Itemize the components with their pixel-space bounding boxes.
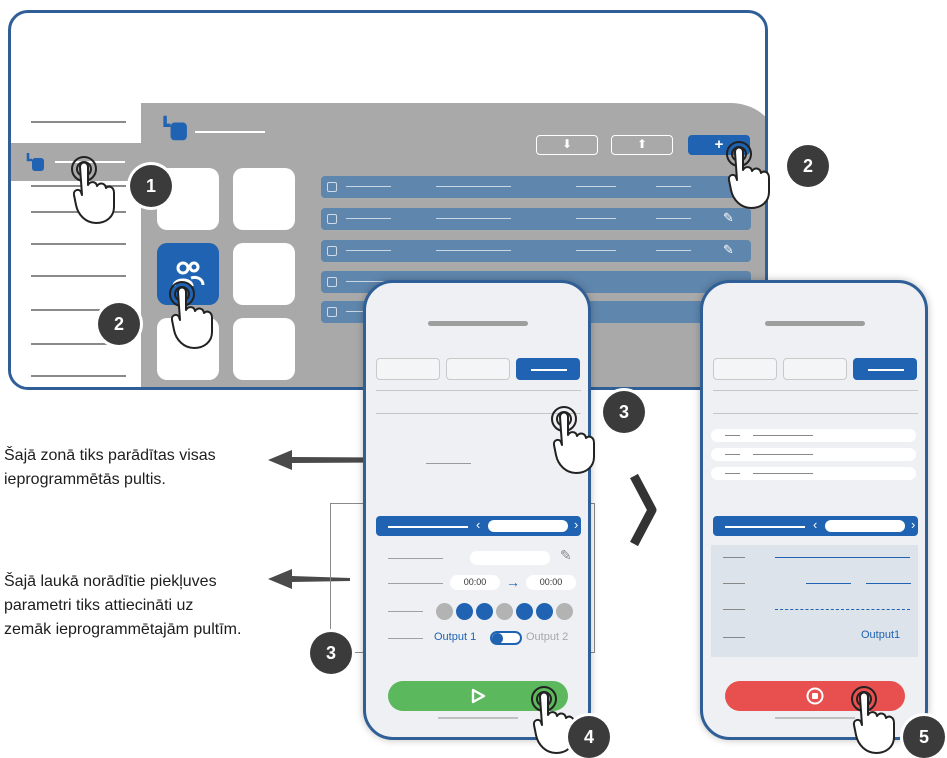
menu-tile[interactable]: [233, 318, 295, 380]
list-item[interactable]: [711, 448, 916, 461]
row-checkbox[interactable]: [327, 246, 337, 256]
chevron-right-icon[interactable]: ›: [911, 517, 915, 532]
step-badge: 4: [568, 716, 610, 758]
sidebar-item[interactable]: [31, 121, 126, 123]
weekday-dot-off[interactable]: [496, 603, 513, 620]
tab-2[interactable]: [446, 358, 510, 380]
weekday-dot-on[interactable]: [456, 603, 473, 620]
row-checkbox[interactable]: [327, 214, 337, 224]
output1-label: Output 1: [434, 631, 477, 643]
zone-caption: Šajā zonā tiks parādītas visas ieprogram…: [4, 447, 216, 488]
controller-selector[interactable]: ‹ ›: [713, 516, 918, 536]
summary-panel: Output1: [711, 545, 918, 657]
tab-1[interactable]: [713, 358, 777, 380]
weekday-dot-off[interactable]: [436, 603, 453, 620]
arrow-right-icon: →: [506, 574, 520, 590]
phone-stop: ‹ › Output1: [700, 280, 928, 740]
controller-selector[interactable]: ‹ ›: [376, 516, 581, 536]
weekday-dot-off[interactable]: [556, 603, 573, 620]
chevron-left-icon[interactable]: ‹: [476, 517, 480, 532]
sidebar-item[interactable]: [31, 375, 126, 377]
tab-1[interactable]: [376, 358, 440, 380]
step-badge: 3: [310, 632, 352, 674]
remote-icon: [163, 115, 187, 141]
step-badge: 2: [98, 303, 140, 345]
menu-tile[interactable]: [233, 243, 295, 305]
pencil-icon[interactable]: ✎: [723, 210, 734, 226]
output2-label: Output 2: [526, 631, 569, 643]
row-checkbox[interactable]: [327, 307, 337, 317]
hand-pointer-icon: [851, 686, 895, 754]
row-checkbox[interactable]: [327, 277, 337, 287]
hand-pointer-icon: [169, 281, 213, 349]
play-icon: [471, 688, 486, 704]
list-item[interactable]: [711, 429, 916, 442]
tab-3[interactable]: [516, 358, 580, 380]
weekday-dot-on[interactable]: [536, 603, 553, 620]
step-badge: 5: [903, 716, 945, 758]
output-label: Output1: [861, 629, 901, 641]
hand-pointer-icon: [551, 406, 595, 474]
row-checkbox[interactable]: [327, 182, 337, 192]
list-item[interactable]: [711, 467, 916, 480]
upload-icon: ⬆: [636, 137, 648, 151]
name-field[interactable]: [470, 551, 550, 565]
sidebar-item[interactable]: [31, 243, 126, 245]
weekday-dot-on[interactable]: [476, 603, 493, 620]
download-button[interactable]: ⬇: [536, 135, 598, 155]
tab-2[interactable]: [783, 358, 847, 380]
step-badge: 1: [130, 165, 172, 207]
hand-pointer-icon: [726, 141, 770, 209]
step-badge: 3: [603, 391, 645, 433]
page-title: [195, 131, 265, 133]
sidebar-item[interactable]: [31, 275, 126, 277]
chevron-right-icon[interactable]: ›: [574, 517, 578, 532]
tab-3[interactable]: [853, 358, 917, 380]
remote-icon: [26, 153, 44, 171]
phone-start: ‹ › ✎ 00:00 → 00:00 Output 1 Output 2: [363, 280, 591, 740]
list-row[interactable]: ✎: [321, 208, 751, 230]
output-toggle[interactable]: [490, 631, 522, 645]
time-to-field[interactable]: 00:00: [526, 575, 576, 590]
step-badge: 2: [787, 145, 829, 187]
upload-button[interactable]: ⬆: [611, 135, 673, 155]
field-caption: Šajā laukā norādītie piekļuves parametri…: [4, 573, 242, 638]
menu-tile[interactable]: [233, 168, 295, 230]
hand-pointer-icon: [71, 156, 115, 224]
weekday-dot-on[interactable]: [516, 603, 533, 620]
download-icon: ⬇: [561, 137, 573, 151]
stop-icon: [806, 687, 824, 705]
pencil-icon[interactable]: ✎: [560, 547, 572, 564]
time-from-field[interactable]: 00:00: [450, 575, 500, 590]
chevron-right-icon: [630, 473, 657, 547]
chevron-left-icon[interactable]: ‹: [813, 517, 817, 532]
pencil-icon[interactable]: ✎: [723, 242, 734, 258]
list-row[interactable]: [321, 176, 751, 198]
plus-icon: +: [714, 136, 724, 153]
list-row[interactable]: ✎: [321, 240, 751, 262]
